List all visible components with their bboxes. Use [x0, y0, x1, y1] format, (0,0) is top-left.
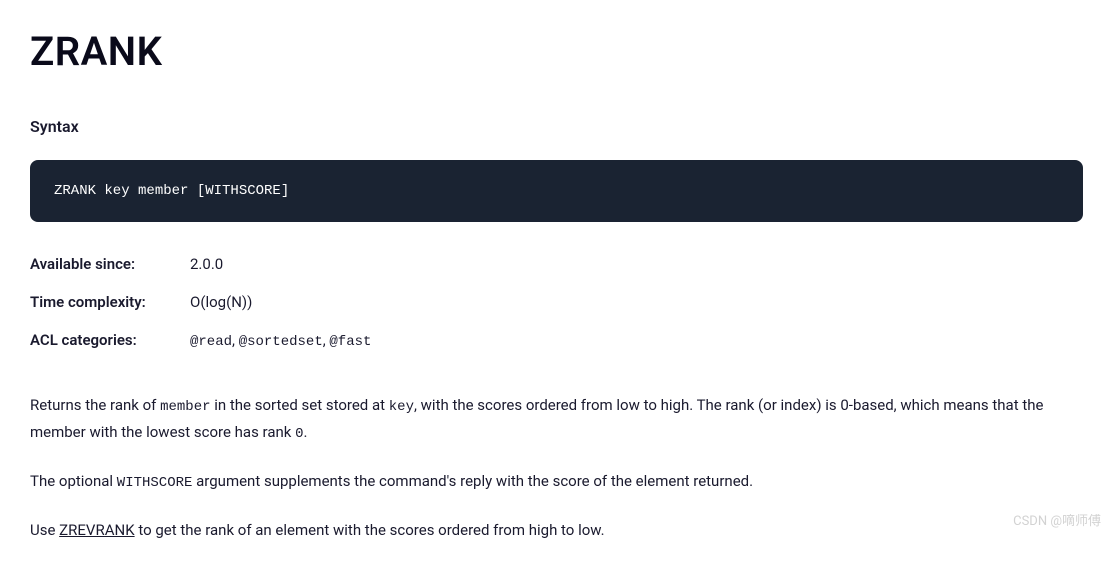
- code-key: key: [389, 399, 414, 415]
- meta-value: 2.0.0: [190, 252, 223, 276]
- meta-value-acl: @read, @sortedset, @fast: [190, 328, 371, 353]
- meta-row-available-since: Available since: 2.0.0: [30, 252, 1083, 276]
- text: The optional: [30, 472, 117, 490]
- syntax-heading: Syntax: [30, 114, 1083, 140]
- sep: ,: [232, 331, 239, 349]
- meta-label: ACL categories:: [30, 328, 190, 353]
- page-title: ZRANK: [30, 20, 1083, 84]
- meta-label: Time complexity:: [30, 290, 190, 314]
- code-member: member: [160, 399, 210, 415]
- description-paragraph-3: Use ZREVRANK to get the rank of an eleme…: [30, 518, 1083, 544]
- meta-row-acl-categories: ACL categories: @read, @sortedset, @fast: [30, 328, 1083, 353]
- code-rank: 0: [295, 426, 303, 442]
- description: Returns the rank of member in the sorted…: [30, 393, 1083, 543]
- meta-table: Available since: 2.0.0 Time complexity: …: [30, 252, 1083, 353]
- text: to get the rank of an element with the s…: [135, 521, 605, 539]
- text: argument supplements the command's reply…: [192, 472, 753, 490]
- code-withscore: WITHSCORE: [117, 475, 193, 491]
- meta-value: O(log(N)): [190, 290, 252, 314]
- meta-row-time-complexity: Time complexity: O(log(N)): [30, 290, 1083, 314]
- syntax-code-block: ZRANK key member [WITHSCORE]: [30, 160, 1083, 222]
- description-paragraph-2: The optional WITHSCORE argument suppleme…: [30, 469, 1083, 496]
- text: Returns the rank of: [30, 396, 160, 414]
- acl-tag: @read: [190, 334, 232, 350]
- text: Use: [30, 521, 59, 539]
- description-paragraph-1: Returns the rank of member in the sorted…: [30, 393, 1083, 447]
- text: in the sorted set stored at: [211, 396, 389, 414]
- zrevrank-link[interactable]: ZREVRANK: [59, 521, 134, 539]
- acl-tag: @sortedset: [239, 334, 323, 350]
- meta-label: Available since:: [30, 252, 190, 276]
- acl-tag: @fast: [329, 334, 371, 350]
- text: .: [304, 423, 308, 441]
